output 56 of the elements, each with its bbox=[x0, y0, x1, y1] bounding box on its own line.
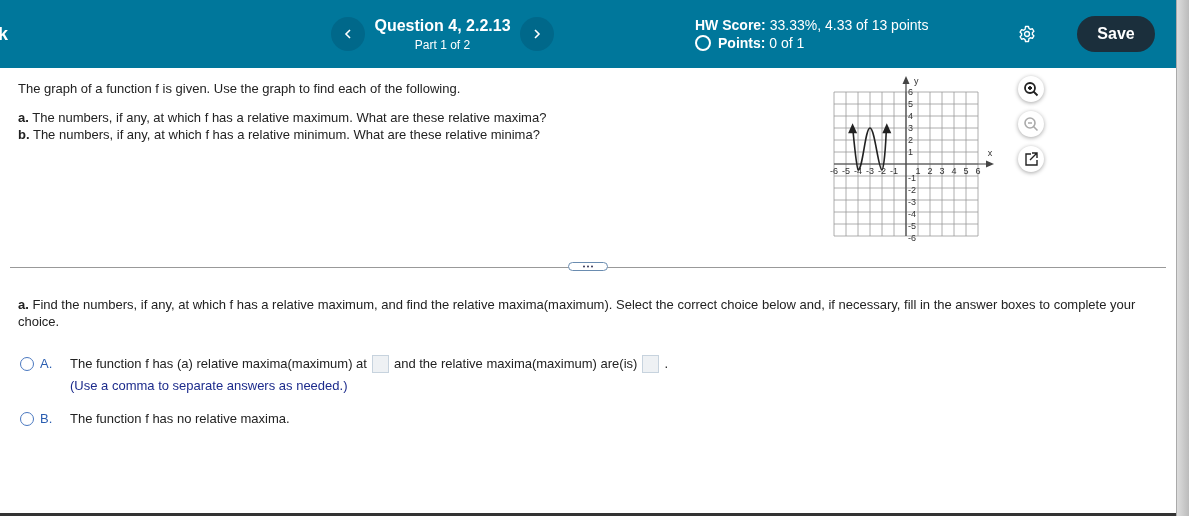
chevron-right-icon bbox=[533, 29, 541, 39]
x-tick-label: -5 bbox=[842, 166, 850, 176]
x-tick-label: -2 bbox=[878, 166, 886, 176]
y-tick-label: -6 bbox=[908, 233, 916, 243]
y-tick-label: 6 bbox=[908, 87, 913, 97]
x-axis-label: x bbox=[987, 148, 993, 158]
choice-letter: B. bbox=[40, 411, 54, 426]
x-tick-label: 4 bbox=[951, 166, 957, 176]
zoom-out-icon bbox=[1023, 116, 1039, 132]
next-button[interactable] bbox=[520, 17, 554, 51]
problem-part: b. The numbers, if any, at which f has a relative minimum. What are these relative minima? bbox=[18, 127, 541, 142]
choice-text: The function f has (a) relative maxima(maximum) at bbox=[70, 356, 367, 371]
popout-button[interactable] bbox=[1018, 146, 1044, 172]
x-tick-label: -4 bbox=[854, 166, 862, 176]
settings-icon[interactable] bbox=[1018, 25, 1036, 43]
y-tick-label: 2 bbox=[908, 135, 913, 145]
y-tick-label: -5 bbox=[908, 221, 916, 231]
points-score: Points: 0 of 1 bbox=[718, 35, 805, 51]
y-tick-label: 3 bbox=[908, 123, 913, 133]
x-tick-label: 6 bbox=[975, 166, 981, 176]
choice-letter: A. bbox=[40, 356, 54, 371]
y-tick-label: 1 bbox=[908, 147, 913, 157]
choice-text: . bbox=[664, 356, 668, 371]
ellipsis-icon bbox=[582, 265, 594, 268]
y-tick-label: 4 bbox=[908, 111, 913, 121]
x-tick-label: 1 bbox=[915, 166, 921, 176]
previous-button[interactable] bbox=[331, 17, 365, 51]
part-label: Part 1 of 2 bbox=[414, 37, 471, 52]
question-title: Question 4, 2.2.13 bbox=[374, 16, 511, 35]
question-prompt: a. Find the numbers, if any, at which f has a relative maximum, and find the relative maxima(maximum). Select the correct choice below and, if necessary, fill in the answer boxes to complete your choice. bbox=[18, 296, 1137, 330]
save-button[interactable]: Save bbox=[1077, 16, 1155, 52]
x-tick-label: -1 bbox=[890, 166, 898, 176]
back-link[interactable]: k bbox=[0, 23, 8, 45]
problem-part: a. The numbers, if any, at which f has a relative maximum. What are these relative maxima? bbox=[18, 110, 548, 125]
hw-score: HW Score: 33.33%, 4.33 of 13 points bbox=[695, 17, 929, 33]
x-tick-label: 3 bbox=[939, 166, 945, 176]
zoom-in-icon bbox=[1023, 81, 1039, 97]
y-tick-label: -2 bbox=[908, 185, 916, 195]
expand-button[interactable] bbox=[568, 262, 608, 271]
problem-intro: The graph of a function f is given. Use the graph to find each of the following. bbox=[18, 81, 462, 96]
choice-hint: (Use a comma to separate answers as needed.) bbox=[70, 378, 349, 393]
x-tick-label: -6 bbox=[830, 166, 838, 176]
y-tick-label: -3 bbox=[908, 197, 916, 207]
y-axis-label: y bbox=[914, 76, 919, 86]
popout-icon bbox=[1023, 151, 1039, 167]
zoom-in-button[interactable] bbox=[1018, 76, 1044, 102]
y-tick-label: -4 bbox=[908, 209, 916, 219]
y-tick-label: -1 bbox=[908, 173, 916, 183]
y-tick-label: 5 bbox=[908, 99, 913, 109]
choice-text: and the relative maxima(maximum) are(is) bbox=[393, 356, 638, 371]
x-tick-label: -3 bbox=[866, 166, 874, 176]
x-tick-label: 5 bbox=[963, 166, 969, 176]
x-tick-label: 2 bbox=[927, 166, 933, 176]
choice-text: The function f has no relative maxima. bbox=[70, 411, 290, 426]
chevron-left-icon bbox=[344, 29, 352, 39]
status-circle-icon bbox=[695, 35, 711, 51]
